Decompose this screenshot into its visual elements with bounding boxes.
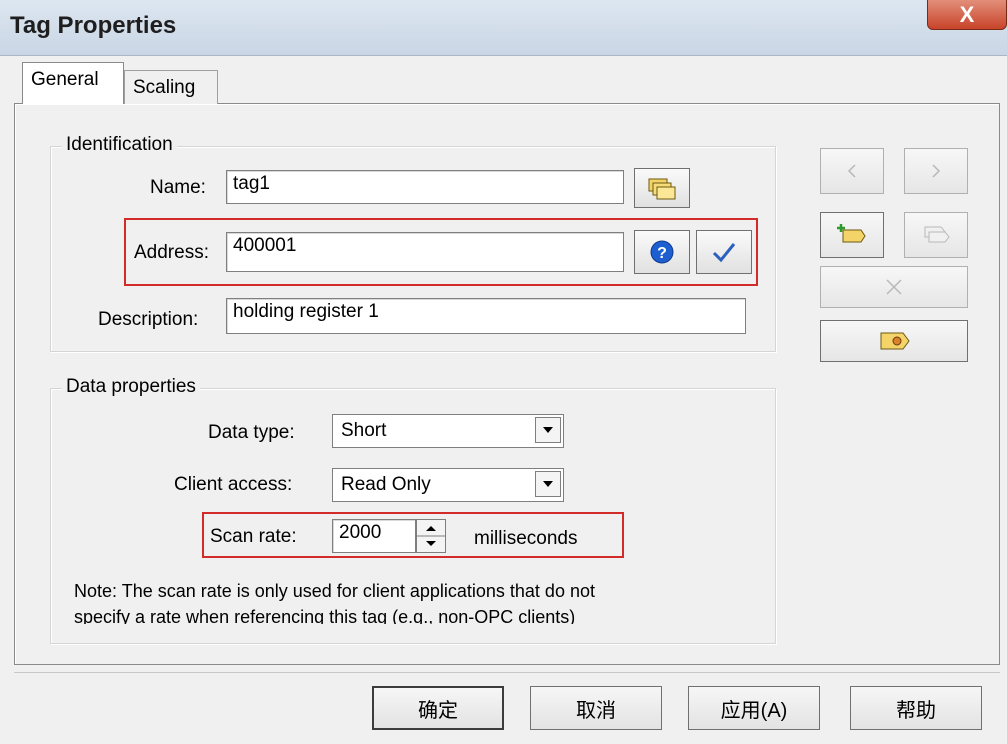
client-access-label: Client access: [174, 474, 293, 495]
spin-up-down-icon [417, 526, 445, 546]
arrow-right-icon [932, 164, 941, 178]
help-icon: ? [650, 240, 674, 264]
ok-button[interactable]: 确定 [372, 686, 504, 730]
scan-rate-unit: milliseconds [474, 528, 578, 549]
new-tag-button[interactable] [820, 212, 884, 258]
new-tag-icon [837, 224, 866, 243]
tag-settings-icon [880, 332, 910, 350]
address-validate-button[interactable] [696, 230, 752, 274]
address-help-button[interactable]: ? [634, 230, 690, 274]
scan-rate-note-line-1: Note: The scan rate is only used for cli… [74, 581, 595, 601]
data-type-label: Data type: [208, 422, 295, 443]
next-tag-button[interactable] [904, 148, 968, 194]
scan-rate-note-line-2: specify a rate when referencing this tag… [74, 607, 576, 624]
scan-rate-field[interactable]: 2000 [332, 519, 416, 553]
arrow-left-icon [847, 164, 856, 178]
duplicate-tag-button[interactable] [904, 212, 968, 258]
description-field[interactable]: holding register 1 [226, 298, 746, 334]
tag-browse-icon [648, 178, 676, 200]
identification-group-label: Identification [62, 134, 177, 156]
chevron-down-icon[interactable] [535, 417, 561, 443]
client-access-select[interactable]: Read Only [332, 468, 564, 502]
svg-text:?: ? [657, 245, 667, 262]
name-label: Name: [150, 177, 206, 198]
tab-scaling[interactable]: Scaling [124, 70, 218, 104]
browse-tag-button[interactable] [634, 168, 690, 208]
tag-properties-button[interactable] [820, 320, 968, 362]
cancel-button[interactable]: 取消 [530, 686, 662, 730]
help-button[interactable]: 帮助 [850, 686, 982, 730]
close-button[interactable]: X [927, 0, 1007, 30]
button-separator [14, 672, 1000, 673]
name-field[interactable]: tag1 [226, 170, 624, 204]
data-properties-group-label: Data properties [62, 376, 200, 398]
check-icon [712, 243, 736, 263]
apply-button[interactable]: 应用(A) [688, 686, 820, 730]
address-field[interactable]: 400001 [226, 232, 624, 272]
address-label: Address: [134, 242, 209, 263]
client-access-value: Read Only [341, 474, 431, 495]
previous-tag-button[interactable] [820, 148, 884, 194]
delete-tag-button[interactable] [820, 266, 968, 308]
window-title: Tag Properties [10, 12, 177, 39]
description-label: Description: [98, 309, 199, 330]
data-type-select[interactable]: Short [332, 414, 564, 448]
tab-general[interactable]: General [22, 62, 124, 104]
scan-rate-spinner[interactable] [416, 519, 446, 553]
delete-icon [886, 279, 902, 295]
scan-rate-label: Scan rate: [210, 526, 297, 547]
data-type-value: Short [341, 420, 387, 441]
duplicate-tag-icon [924, 226, 950, 243]
chevron-down-icon[interactable] [535, 471, 561, 497]
